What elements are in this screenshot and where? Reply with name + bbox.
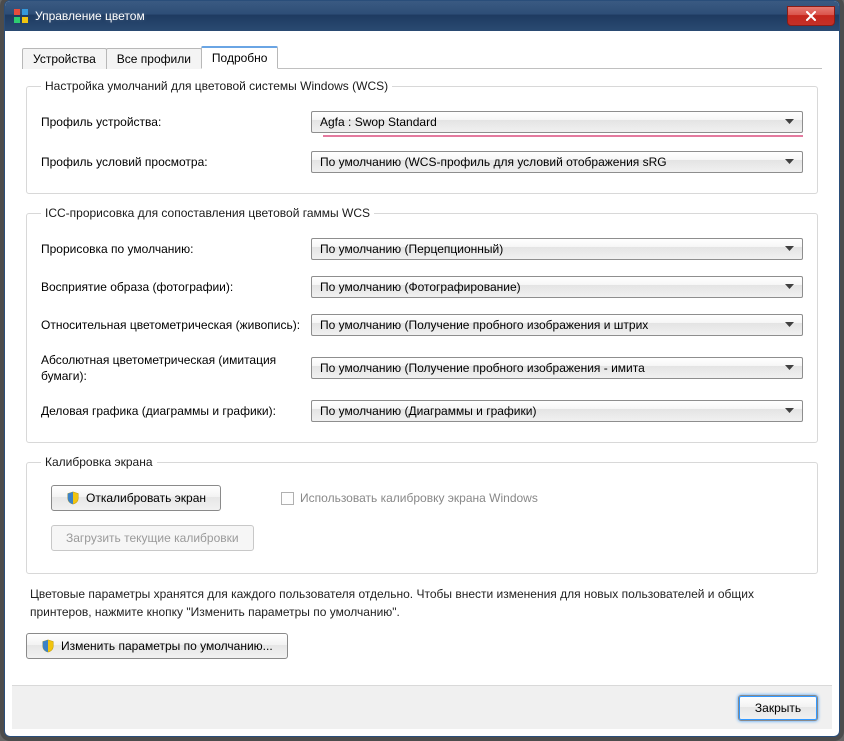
perceptual-label: Восприятие образа (фотографии): bbox=[41, 280, 311, 294]
business-graphics-label: Деловая графика (диаграммы и графики): bbox=[41, 403, 311, 419]
group-wcs-defaults: Настройка умолчаний для цветовой системы… bbox=[26, 79, 818, 194]
default-rendering-combo[interactable]: По умолчанию (Перцепционный) bbox=[311, 238, 803, 260]
rel-colorimetric-label: Относительная цветометрическая (живопись… bbox=[41, 317, 311, 333]
group-display-calibration-legend: Калибровка экрана bbox=[41, 455, 157, 469]
window-title: Управление цветом bbox=[35, 9, 787, 23]
chevron-down-icon bbox=[780, 159, 798, 165]
calibrate-display-button[interactable]: Откалибровать экран bbox=[51, 485, 221, 511]
group-icc-rendering-legend: ICC-прорисовка для сопоставления цветово… bbox=[41, 206, 374, 220]
viewing-profile-combo[interactable]: По умолчанию (WCS-профиль для условий от… bbox=[311, 151, 803, 173]
chevron-down-icon bbox=[780, 246, 798, 252]
device-profile-combo[interactable]: Agfa : Swop Standard bbox=[311, 111, 803, 133]
group-icc-rendering: ICC-прорисовка для сопоставления цветово… bbox=[26, 206, 818, 443]
load-current-calibrations-button: Загрузить текущие калибровки bbox=[51, 525, 254, 551]
device-profile-label: Профиль устройства: bbox=[41, 115, 311, 129]
dialog-footer: Закрыть bbox=[12, 685, 832, 729]
app-icon bbox=[13, 8, 29, 24]
use-windows-calibration-checkbox[interactable]: Использовать калибровку экрана Windows bbox=[281, 491, 538, 505]
perceptual-combo[interactable]: По умолчанию (Фотографирование) bbox=[311, 276, 803, 298]
tab-advanced[interactable]: Подробно bbox=[201, 46, 279, 69]
chevron-down-icon bbox=[780, 284, 798, 290]
shield-icon bbox=[41, 639, 55, 653]
checkbox-box bbox=[281, 492, 294, 505]
business-graphics-combo[interactable]: По умолчанию (Диаграммы и графики) bbox=[311, 400, 803, 422]
per-user-note: Цветовые параметры хранятся для каждого … bbox=[30, 586, 814, 621]
group-display-calibration: Калибровка экрана Откалибровать экран Ис… bbox=[26, 455, 818, 574]
tab-strip: Устройства Все профили Подробно bbox=[22, 45, 822, 69]
highlight-underline bbox=[323, 135, 803, 137]
close-button[interactable]: Закрыть bbox=[738, 695, 818, 721]
tab-body-advanced: Настройка умолчаний для цветовой системы… bbox=[12, 69, 832, 685]
close-icon bbox=[805, 11, 817, 21]
change-system-defaults-button[interactable]: Изменить параметры по умолчанию... bbox=[26, 633, 288, 659]
close-window-button[interactable] bbox=[787, 6, 835, 26]
viewing-profile-value: По умолчанию (WCS-профиль для условий от… bbox=[320, 155, 780, 169]
abs-colorimetric-label: Абсолютная цветометрическая (имитация бу… bbox=[41, 352, 311, 384]
abs-colorimetric-combo[interactable]: По умолчанию (Получение пробного изображ… bbox=[311, 357, 803, 379]
group-wcs-defaults-legend: Настройка умолчаний для цветовой системы… bbox=[41, 79, 392, 93]
tab-all-profiles[interactable]: Все профили bbox=[106, 48, 202, 69]
color-management-window: Управление цветом Устройства Все профили… bbox=[4, 0, 840, 737]
chevron-down-icon bbox=[780, 408, 798, 414]
shield-icon bbox=[66, 491, 80, 505]
rel-colorimetric-combo[interactable]: По умолчанию (Получение пробного изображ… bbox=[311, 314, 803, 336]
client-area: Устройства Все профили Подробно Настройк… bbox=[12, 31, 832, 729]
tab-devices[interactable]: Устройства bbox=[22, 48, 107, 69]
chevron-down-icon bbox=[780, 119, 798, 125]
default-rendering-label: Прорисовка по умолчанию: bbox=[41, 242, 311, 256]
viewing-profile-label: Профиль условий просмотра: bbox=[41, 155, 311, 169]
chevron-down-icon bbox=[780, 322, 798, 328]
device-profile-value: Agfa : Swop Standard bbox=[320, 115, 780, 129]
titlebar: Управление цветом bbox=[5, 1, 839, 31]
chevron-down-icon bbox=[780, 365, 798, 371]
